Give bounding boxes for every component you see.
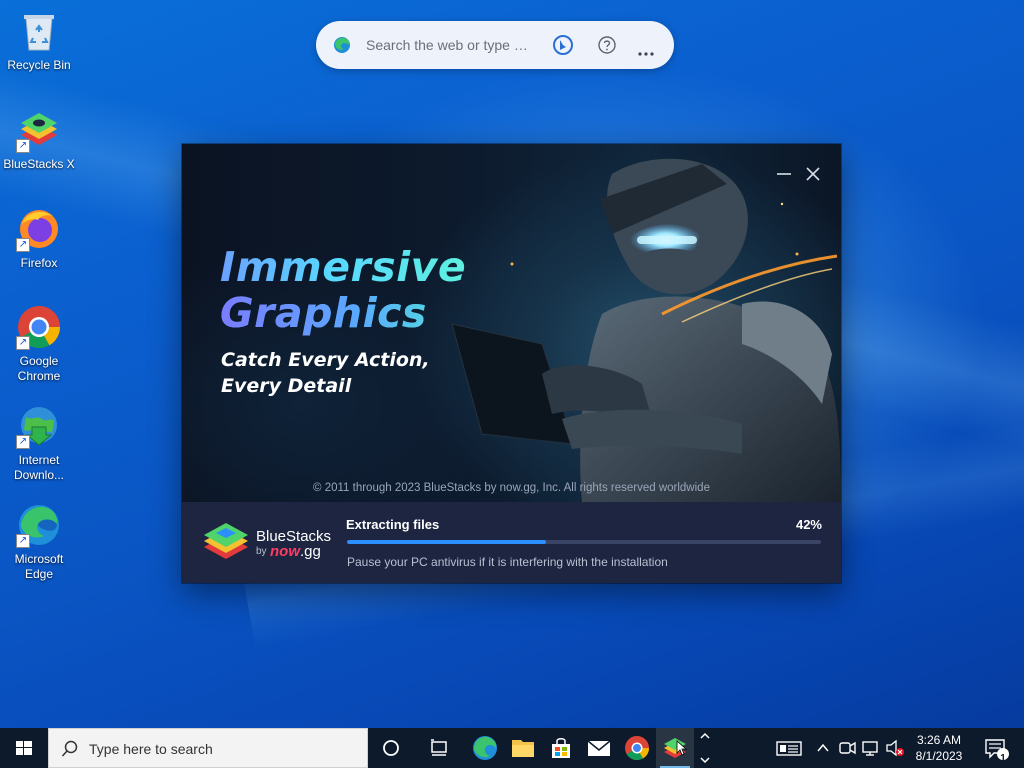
hero-headline: Immersive Graphics — [220, 244, 466, 336]
brand-by: by — [256, 546, 267, 557]
start-button[interactable] — [0, 728, 48, 768]
store-icon — [552, 738, 570, 758]
taskbar-news-widget[interactable] — [770, 728, 808, 768]
brand-nowgg: now.gg — [270, 543, 321, 560]
bluestacks-installer-window[interactable]: Immersive Graphics Catch Every Action, E… — [182, 144, 841, 583]
taskbar-bluestacks-installer[interactable] — [656, 728, 694, 768]
edge-search-input[interactable]: Search the web or type a URL — [366, 37, 534, 53]
windows-logo-icon — [16, 741, 32, 755]
taskbar-microsoft-store[interactable] — [542, 728, 580, 768]
clock-date: 8/1/2023 — [915, 749, 963, 763]
mouse-cursor-icon — [676, 740, 688, 756]
network-icon — [862, 741, 878, 756]
bluestacks-icon — [664, 738, 686, 758]
mail-icon — [587, 740, 611, 756]
brand-now: now — [270, 543, 300, 560]
taskbar-mail[interactable] — [580, 728, 618, 768]
bluestacks-logo: BlueStacks by now.gg — [182, 502, 342, 583]
recycle-bin-icon — [16, 8, 62, 54]
progress-percent: 42% — [795, 517, 822, 532]
search-icon — [61, 740, 78, 757]
notification-count: 1 — [1000, 753, 1006, 764]
bluestacks-logo-icon — [204, 523, 248, 559]
volume-muted-icon — [886, 739, 904, 757]
desktop-icon-microsoft-edge[interactable]: ↗ Microsoft Edge — [2, 502, 76, 582]
taskbar-overflow-scroll[interactable] — [696, 728, 714, 768]
minimize-button[interactable] — [775, 166, 793, 182]
idm-globe-icon: ↗ — [16, 403, 62, 449]
hero-subtitle-line-2: Every Detail — [221, 375, 352, 397]
help-icon[interactable] — [598, 36, 616, 54]
close-icon — [806, 167, 820, 181]
bluestacks-icon: ↗ — [16, 107, 62, 153]
show-hidden-icons-button[interactable] — [812, 728, 834, 768]
cortana-icon — [383, 740, 399, 756]
more-options-icon[interactable] — [638, 43, 654, 56]
shortcut-arrow-icon: ↗ — [16, 336, 30, 350]
copyright-text: © 2011 through 2023 BlueStacks by now.gg… — [313, 482, 710, 494]
chevron-up-down-icon — [700, 732, 710, 764]
network-tray[interactable] — [860, 728, 882, 768]
volume-tray[interactable] — [884, 728, 906, 768]
progress-bar — [347, 540, 821, 544]
task-view-button[interactable] — [420, 728, 458, 768]
hero-title-line-1: Immersive — [220, 243, 467, 291]
shortcut-arrow-icon: ↗ — [16, 238, 30, 252]
hero-subheadline: Catch Every Action, Every Detail — [221, 347, 430, 399]
desktop-icon-google-chrome[interactable]: ↗ Google Chrome — [2, 304, 76, 384]
desktop-icon-firefox[interactable]: ↗ Firefox — [2, 206, 76, 271]
progress-status-label: Extracting files — [346, 517, 440, 532]
taskbar-clock[interactable]: 3:26 AM 8/1/2023 — [906, 732, 972, 764]
desktop-icon-label: Recycle Bin — [7, 58, 71, 72]
brand-gg: .gg — [300, 543, 321, 560]
desktop-icon-label: Google Chrome — [17, 354, 61, 383]
hero-title-line-2: Graphics — [220, 290, 466, 336]
desktop: Recycle Bin ↗ BlueStacks X ↗ Firefox ↗ G… — [0, 0, 1024, 728]
firefox-icon: ↗ — [16, 206, 62, 252]
action-center-button[interactable]: 1 — [980, 728, 1016, 768]
taskbar-chrome[interactable] — [618, 728, 656, 768]
hero-subtitle-line-1: Catch Every Action, — [221, 349, 430, 371]
installer-progress-footer: BlueStacks by now.gg Extracting files 42… — [182, 502, 841, 583]
edge-icon — [333, 36, 351, 54]
taskbar: Type here to search 3:26 AM 8/1/2023 1 — [0, 728, 1024, 768]
shortcut-arrow-icon: ↗ — [16, 534, 30, 548]
cortana-button[interactable] — [372, 728, 410, 768]
edge-search-bar[interactable]: Search the web or type a URL — [316, 21, 674, 69]
taskbar-search-placeholder: Type here to search — [89, 741, 213, 757]
edge-icon: ↗ — [16, 502, 62, 548]
desktop-icon-bluestacks-x[interactable]: ↗ BlueStacks X — [2, 107, 76, 172]
desktop-icon-internet-download-manager[interactable]: ↗ Internet Downlo... — [2, 403, 76, 483]
edge-icon — [473, 736, 497, 760]
taskbar-edge[interactable] — [466, 728, 504, 768]
desktop-icon-recycle-bin[interactable]: Recycle Bin — [2, 8, 76, 73]
chrome-icon: ↗ — [16, 304, 62, 350]
taskbar-search-box[interactable]: Type here to search — [48, 728, 368, 768]
shortcut-arrow-icon: ↗ — [16, 435, 30, 449]
antivirus-hint: Pause your PC antivirus if it is interfe… — [347, 555, 668, 569]
desktop-icon-label: Microsoft Edge — [14, 552, 64, 581]
news-icon — [776, 741, 802, 756]
task-view-icon — [431, 739, 447, 756]
folder-icon — [512, 740, 534, 757]
installer-hero-banner: Immersive Graphics Catch Every Action, E… — [182, 144, 841, 502]
progress-bar-fill — [347, 540, 547, 544]
shortcut-arrow-icon: ↗ — [16, 139, 30, 153]
desktop-icon-label: BlueStacks X — [3, 157, 75, 171]
desktop-icon-label: Internet Downlo... — [13, 453, 65, 482]
chevron-up-icon — [817, 743, 829, 752]
desktop-icon-label: Firefox — [20, 256, 58, 270]
bing-chat-icon[interactable] — [552, 34, 574, 56]
camera-icon — [839, 741, 856, 755]
taskbar-file-explorer[interactable] — [504, 728, 542, 768]
clock-time: 3:26 AM — [916, 733, 962, 747]
minimize-icon — [777, 173, 791, 175]
close-button[interactable] — [804, 166, 822, 182]
meet-now-tray[interactable] — [836, 728, 858, 768]
chrome-icon — [625, 736, 649, 761]
